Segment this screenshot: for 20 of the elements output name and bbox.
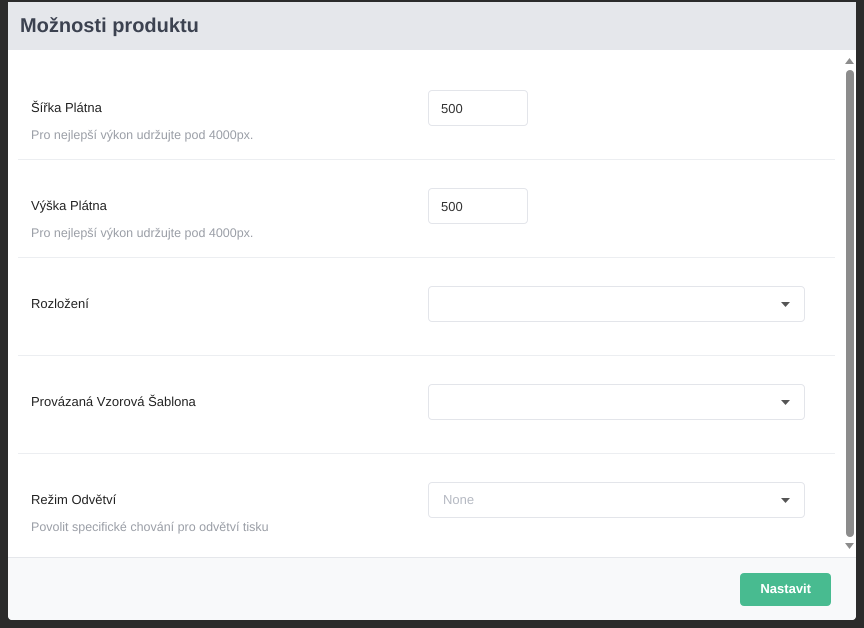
caret-icon: [781, 302, 790, 306]
field-label: Šířka Plátna: [31, 99, 103, 117]
scroll-down-icon[interactable]: [845, 543, 854, 549]
field-hint: Povolit specifické chování pro odvětví tisku: [31, 518, 270, 536]
scroll-up-icon[interactable]: [845, 58, 854, 64]
field-label: Rozložení: [31, 295, 90, 313]
dialog-title: Možnosti produktu: [20, 14, 199, 39]
field-label: Výška Plátna: [31, 197, 108, 215]
field-label: Režim Odvětví: [31, 491, 118, 509]
field-hint: Pro nejlepší výkon udržujte pod 4000px.: [31, 224, 254, 242]
number-field[interactable]: 500: [428, 90, 528, 126]
scroll-thumb[interactable]: [846, 70, 854, 537]
dropdown-field[interactable]: [428, 384, 805, 420]
caret-icon: [781, 400, 790, 404]
field-label: Provázaná Vzorová Šablona: [31, 393, 197, 411]
placeholder-text: None: [443, 491, 474, 510]
field-hint: Pro nejlepší výkon udržujte pod 4000px.: [31, 126, 254, 144]
number-field[interactable]: 500: [428, 188, 528, 224]
caret-icon: [781, 498, 790, 502]
dropdown-field[interactable]: [428, 286, 805, 322]
